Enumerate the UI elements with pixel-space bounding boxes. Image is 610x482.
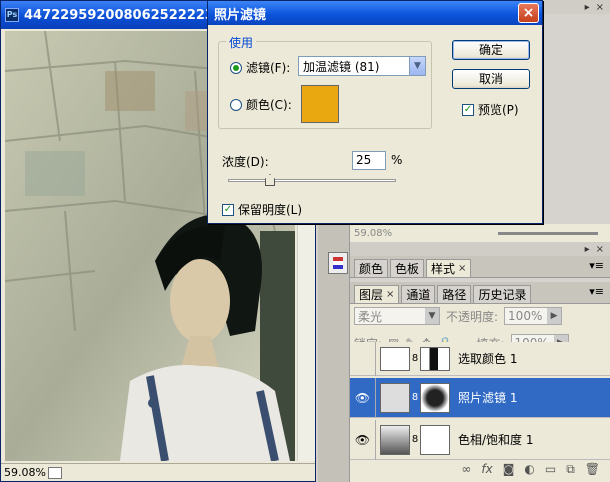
tab-layers[interactable]: 图层 × xyxy=(354,285,400,303)
blend-row: 柔光 ▼ 不透明度: 100% ▶ xyxy=(354,306,606,326)
photo-filter-dialog: 照片滤镜 × 使用 滤镜(F): 加温滤镜 (81) ▼ 颜色(C): 确定 取… xyxy=(207,0,543,224)
layer-name: 色相/饱和度 1 xyxy=(458,433,534,447)
navigator-zoom[interactable]: 59.08% xyxy=(354,228,392,239)
tab-styles[interactable]: 样式 × xyxy=(426,259,472,277)
layer-row[interactable]: 👁 8 色相/饱和度 1 xyxy=(350,419,610,460)
preview-checkbox[interactable]: ✓ 预览(P) xyxy=(462,101,519,118)
use-group-label: 使用 xyxy=(226,34,257,51)
link-icon[interactable]: 8 xyxy=(410,392,420,403)
color-radio[interactable]: 颜色(C): xyxy=(230,96,292,113)
density-slider-track[interactable] xyxy=(228,179,396,182)
navigator-zoom-row: 59.08% xyxy=(350,224,610,242)
close-icon[interactable]: × xyxy=(518,3,539,23)
chevron-down-icon: ▼ xyxy=(425,308,439,324)
zoom-level[interactable]: 59.08% xyxy=(4,466,46,479)
eye-icon[interactable] xyxy=(350,341,376,376)
preserve-luminosity-checkbox[interactable]: ✓ 保留明度(L) xyxy=(222,201,302,218)
color-swatches-panel: ▸ × 颜色 色板 样式 × ▾≡ xyxy=(350,242,610,280)
navigator-panel-header: ▸ × xyxy=(543,0,610,14)
tab-channels[interactable]: 通道 xyxy=(401,285,436,303)
checkmark-icon[interactable]: ✓ xyxy=(462,103,474,116)
navigator-slider[interactable] xyxy=(498,231,599,235)
tab-color[interactable]: 颜色 xyxy=(354,259,389,277)
link-icon[interactable]: 8 xyxy=(410,353,420,364)
collapse-icon[interactable]: ▸ xyxy=(585,244,590,255)
density-input[interactable]: 25 xyxy=(352,151,386,170)
dialog-title: 照片滤镜 xyxy=(214,7,267,23)
chevron-right-icon: ▶ xyxy=(547,308,562,324)
new-layer-icon[interactable]: ⧉ xyxy=(566,462,575,477)
color-swatch[interactable] xyxy=(301,85,339,123)
document-info-icon[interactable] xyxy=(48,466,62,479)
photoshop-icon: Ps xyxy=(5,8,19,22)
density-label: 浓度(D): xyxy=(222,155,269,169)
fx-icon[interactable]: fx xyxy=(481,462,492,476)
preview-label: 预览(P) xyxy=(478,103,519,117)
adjustment-thumbnail xyxy=(380,424,410,455)
tab-paths[interactable]: 路径 xyxy=(437,285,472,303)
trash-icon[interactable]: 🗑 xyxy=(585,462,600,476)
opacity-field[interactable]: 100% ▶ xyxy=(504,307,563,325)
opacity-label: 不透明度: xyxy=(446,309,499,324)
tab-swatches[interactable]: 色板 xyxy=(390,259,425,277)
layer-mask-thumbnail[interactable] xyxy=(420,346,450,371)
navigator-panel: ▸ × xyxy=(543,0,610,224)
adjustment-thumbnail xyxy=(380,382,410,413)
density-slider-thumb[interactable] xyxy=(265,174,275,186)
link-layers-icon[interactable]: ∞ xyxy=(461,462,471,476)
close-icon[interactable]: × xyxy=(596,2,604,13)
adjustment-thumbnail xyxy=(380,346,410,371)
close-icon[interactable]: × xyxy=(458,263,466,274)
layer-mask-thumbnail[interactable] xyxy=(420,382,450,413)
filter-radio[interactable]: 滤镜(F): xyxy=(230,59,290,76)
panel-menu-icon[interactable]: ▾≡ xyxy=(589,285,604,303)
swatches-tab-row: 颜色 色板 样式 × ▾≡ xyxy=(350,256,610,278)
status-bar: 59.08% xyxy=(1,463,315,481)
chevron-down-icon: ▼ xyxy=(409,57,425,75)
color-label: 颜色(C): xyxy=(246,98,292,112)
eye-icon[interactable]: 👁 xyxy=(350,419,376,460)
swatches-panel-icon[interactable] xyxy=(328,252,348,274)
panel-menu-icon[interactable]: ▾≡ xyxy=(589,259,604,277)
filter-select[interactable]: 加温滤镜 (81) ▼ xyxy=(298,56,426,76)
collapse-icon[interactable]: ▸ xyxy=(585,2,590,13)
ok-button[interactable]: 确定 xyxy=(452,40,530,60)
swatches-panel-header: ▸ × xyxy=(350,242,610,256)
close-icon[interactable]: × xyxy=(386,289,394,300)
checkmark-icon[interactable]: ✓ xyxy=(222,203,234,216)
layer-mask-thumbnail[interactable] xyxy=(420,424,450,455)
blend-mode-select[interactable]: 柔光 ▼ xyxy=(354,307,440,325)
density-unit: % xyxy=(391,153,403,167)
layer-name: 照片滤镜 1 xyxy=(458,391,518,405)
tab-history[interactable]: 历史记录 xyxy=(473,285,532,303)
layer-name: 选取颜色 1 xyxy=(458,352,518,366)
cancel-button[interactable]: 取消 xyxy=(452,69,530,89)
eye-icon[interactable]: 👁 xyxy=(350,377,376,418)
layer-row[interactable]: 👁 8 照片滤镜 1 xyxy=(350,377,610,418)
close-icon[interactable]: × xyxy=(596,244,604,255)
radio-selected-icon[interactable] xyxy=(230,61,242,74)
adjustment-icon[interactable]: ◐ xyxy=(524,462,534,476)
layers-panel: 图层× 通道 路径 历史记录 ▾≡ 柔光▼ 不透明度: 100%▶ 锁定: ▨ … xyxy=(350,282,610,482)
layer-row[interactable]: 8 选取颜色 1 xyxy=(350,341,610,376)
mask-icon[interactable]: ◙ xyxy=(503,462,515,476)
dialog-title-bar[interactable]: 照片滤镜 xyxy=(208,1,542,25)
layers-footer: ∞ fx ◙ ◐ ▭ ⧉ 🗑 xyxy=(350,458,610,480)
link-icon[interactable]: 8 xyxy=(410,434,420,445)
layers-tab-row: 图层 × 通道 路径 历史记录 ▾≡ xyxy=(350,282,610,304)
radio-unselected-icon[interactable] xyxy=(230,98,242,111)
preserve-luminosity-label: 保留明度(L) xyxy=(238,203,303,217)
filter-label: 滤镜(F): xyxy=(246,61,291,75)
folder-icon[interactable]: ▭ xyxy=(545,462,556,476)
